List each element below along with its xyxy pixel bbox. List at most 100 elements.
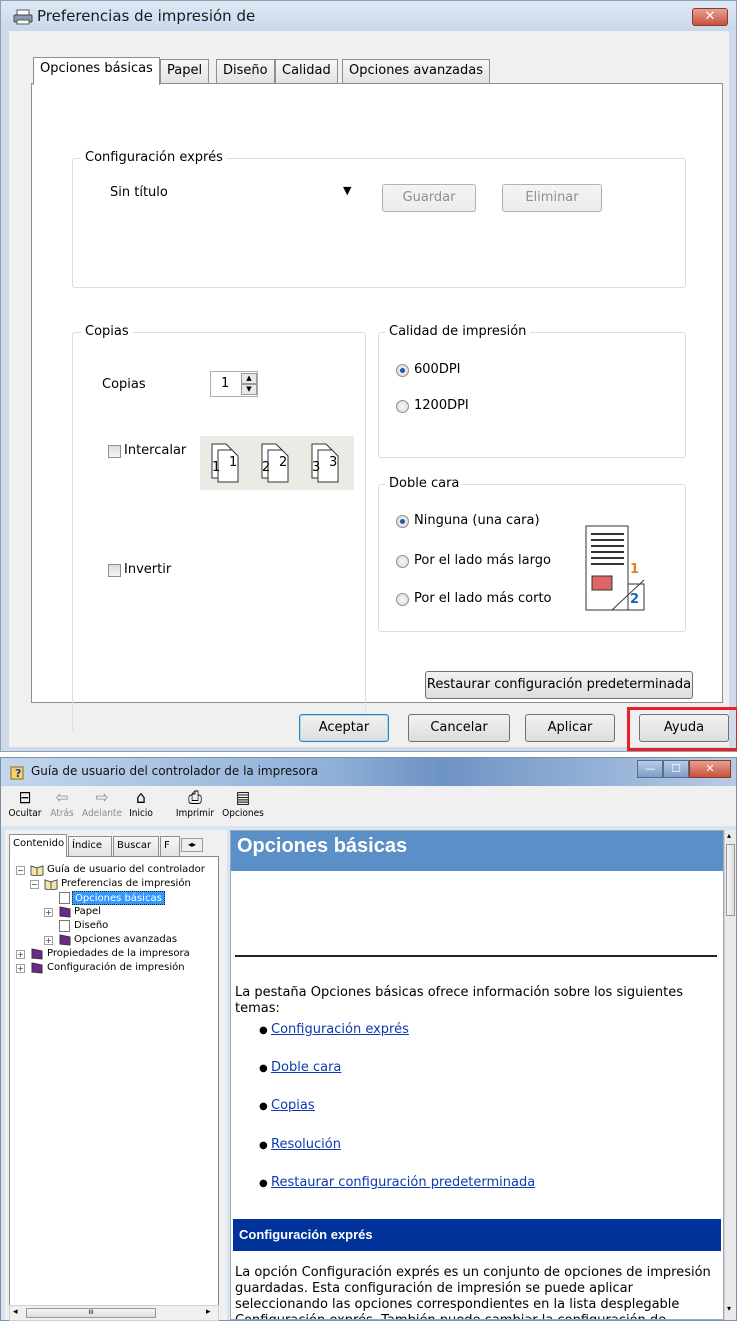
apply-button[interactable]: Aplicar — [525, 714, 615, 742]
collate-page-number: 2 — [262, 460, 271, 475]
collapse-icon[interactable]: − — [16, 866, 25, 875]
collate-page-number: 1 — [212, 460, 221, 475]
forward-label: Adelante — [81, 808, 122, 819]
expand-icon[interactable]: + — [16, 950, 25, 959]
hide-label: Ocultar — [8, 808, 42, 819]
tab-contenido[interactable]: Contenido — [9, 834, 67, 857]
link-copias[interactable]: Copias — [271, 1098, 315, 1113]
link-resolucion[interactable]: Resolución — [271, 1137, 341, 1152]
section-text: La opción Configuración exprés es un con… — [235, 1265, 711, 1319]
restore-defaults-button[interactable]: Restaurar configuración predeterminada — [425, 671, 693, 699]
expand-icon[interactable]: + — [16, 964, 25, 973]
print-button[interactable]: ⎙ Imprimir — [175, 788, 215, 819]
horizontal-scrollbar[interactable]: ◂ III ▸ — [9, 1305, 219, 1321]
dialog-body: Opciones básicas Papel Diseño Calidad Op… — [9, 31, 737, 751]
tree-item[interactable]: Guía de usuario del controlador — [47, 863, 205, 877]
tree-item[interactable]: Propiedades de la impresora — [47, 947, 190, 961]
express-config-value: Sin título — [110, 185, 168, 200]
collate-checkbox[interactable] — [108, 445, 121, 458]
tree-item[interactable]: Diseño — [74, 919, 108, 933]
options-label: Opciones — [222, 808, 264, 819]
tab-favoritos[interactable]: F — [160, 836, 180, 856]
home-button[interactable]: ⌂ Inicio — [125, 788, 157, 819]
tab-buscar[interactable]: Buscar — [113, 836, 159, 856]
maximize-button[interactable]: ☐ — [663, 760, 689, 778]
tree-item[interactable]: Configuración de impresión — [47, 961, 185, 975]
home-label: Inicio — [129, 808, 153, 819]
printer-icon — [13, 9, 33, 25]
tab-indice[interactable]: Índice — [68, 836, 112, 856]
collapse-icon[interactable]: − — [30, 880, 39, 889]
tree-item[interactable]: Papel — [74, 905, 101, 919]
section-header: Configuración exprés — [233, 1219, 721, 1251]
vertical-scrollbar[interactable]: ▴ ▾ — [724, 830, 736, 1320]
expand-icon[interactable]: + — [44, 908, 53, 917]
open-book-icon — [30, 865, 44, 876]
link-restaurar[interactable]: Restaurar configuración predeterminada — [271, 1175, 535, 1190]
tree-item[interactable]: Opciones avanzadas — [74, 933, 177, 947]
ok-button[interactable]: Aceptar — [299, 714, 389, 742]
tab-opciones-avanzadas[interactable]: Opciones avanzadas — [342, 59, 490, 83]
tab-scroll-arrows[interactable]: ◂▸ — [181, 838, 203, 852]
quality-1200-radio[interactable] — [396, 400, 409, 413]
copies-stepper[interactable]: 1 ▲ ▼ — [210, 371, 258, 397]
express-config-select[interactable]: Sin título ▼ — [104, 182, 362, 204]
scroll-left-icon[interactable]: ◂ — [13, 1307, 18, 1317]
scroll-up-icon[interactable]: ▴ — [727, 831, 731, 840]
closed-book-icon — [59, 906, 71, 918]
cancel-button[interactable]: Cancelar — [408, 714, 510, 742]
quality-600-radio[interactable] — [396, 364, 409, 377]
copies-legend: Copias — [81, 324, 133, 339]
stepper-down-icon[interactable]: ▼ — [241, 384, 257, 395]
back-button[interactable]: ⇦ Atrás — [47, 788, 77, 819]
collate-label: Intercalar — [124, 443, 187, 458]
expand-icon[interactable]: + — [44, 936, 53, 945]
reverse-checkbox[interactable] — [108, 564, 121, 577]
link-configuracion-expres[interactable]: Configuración exprés — [271, 1022, 409, 1037]
closed-book-icon — [31, 962, 43, 974]
options-button[interactable]: ▤ Opciones — [219, 788, 267, 819]
window-close-button[interactable]: ✕ — [689, 760, 731, 778]
collate-page-number: 2 — [279, 455, 288, 470]
tab-opciones-basicas[interactable]: Opciones básicas — [33, 57, 160, 85]
collate-page-number: 3 — [329, 455, 338, 470]
section-title: Configuración exprés — [239, 1227, 373, 1242]
tab-diseno[interactable]: Diseño — [216, 59, 275, 83]
bullet: ● — [259, 1025, 268, 1036]
print-preferences-dialog: Preferencias de impresión de ✕ Opciones … — [0, 0, 737, 752]
save-button[interactable]: Guardar — [382, 184, 476, 212]
duplex-legend: Doble cara — [385, 476, 464, 491]
hide-button[interactable]: ⊟ Ocultar — [7, 788, 43, 819]
scroll-right-icon[interactable]: ▸ — [206, 1307, 211, 1317]
page-icon — [59, 920, 70, 932]
link-doble-cara[interactable]: Doble cara — [271, 1060, 341, 1075]
express-config-legend: Configuración exprés — [81, 150, 227, 165]
divider — [235, 955, 717, 957]
stepper-up-icon[interactable]: ▲ — [241, 373, 257, 384]
help-button[interactable]: Ayuda — [639, 714, 729, 742]
scroll-down-icon[interactable]: ▾ — [727, 1304, 731, 1313]
bullet: ● — [259, 1178, 268, 1189]
collate-page-number: 3 — [312, 460, 321, 475]
tab-calidad[interactable]: Calidad — [275, 59, 338, 83]
dialog-title-bar: Preferencias de impresión de ✕ — [1, 1, 736, 31]
scroll-thumb[interactable] — [726, 844, 735, 916]
duplex-short-edge-radio[interactable] — [396, 593, 409, 606]
duplex-long-edge-radio[interactable] — [396, 555, 409, 568]
duplex-none-radio[interactable] — [396, 515, 409, 528]
chevron-down-icon: ▼ — [343, 184, 352, 197]
close-button[interactable]: ✕ — [692, 8, 728, 26]
quality-group — [378, 332, 686, 458]
help-book-icon: ? — [10, 766, 24, 780]
minimize-button[interactable]: — — [637, 760, 663, 778]
copies-label: Copias — [102, 377, 146, 392]
tab-papel[interactable]: Papel — [160, 59, 210, 83]
help-window-title: Guía de usuario del controlador de la im… — [31, 764, 319, 778]
duplex-short-edge-label: Por el lado más corto — [414, 591, 552, 606]
delete-button[interactable]: Eliminar — [502, 184, 602, 212]
quality-1200-label: 1200DPI — [414, 398, 469, 413]
tree-item[interactable]: Preferencias de impresión — [61, 877, 191, 891]
scroll-thumb[interactable]: III — [26, 1308, 156, 1318]
forward-button[interactable]: ⇨ Adelante — [81, 788, 123, 819]
tree-item-selected[interactable]: Opciones básicas — [72, 891, 165, 905]
